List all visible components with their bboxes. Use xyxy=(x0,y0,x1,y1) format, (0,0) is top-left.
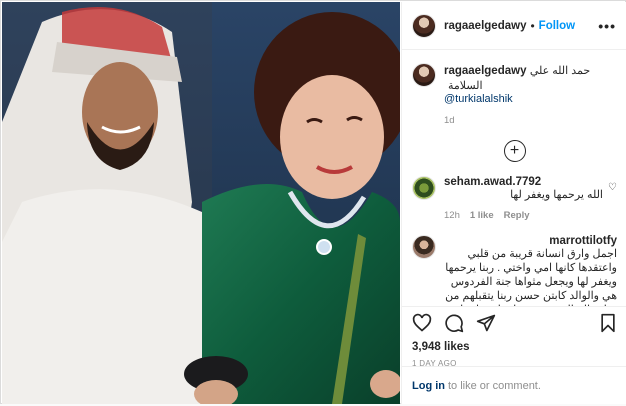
caption-time[interactable]: 1d xyxy=(444,115,617,126)
login-link[interactable]: Log in xyxy=(412,380,445,392)
comments-list[interactable]: ragaaelgedawy حمد الله علي السلامة @turk… xyxy=(402,51,626,306)
author-avatar[interactable] xyxy=(412,13,436,38)
caption-avatar[interactable] xyxy=(412,63,436,87)
caption-username[interactable]: ragaaelgedawy xyxy=(444,65,526,77)
reply-button[interactable]: Reply xyxy=(504,210,530,221)
likes-count[interactable]: 3,948 likes xyxy=(412,341,617,353)
post-dialog: ragaaelgedawy • Follow ••• ragaaelgedawy… xyxy=(0,0,626,404)
post-caption: ragaaelgedawy حمد الله علي السلامة @turk… xyxy=(412,63,617,126)
post-photo[interactable] xyxy=(2,2,400,404)
comment-like-icon[interactable]: ♡ xyxy=(608,182,617,193)
ellipsis-icon[interactable]: ••• xyxy=(598,18,616,34)
commenter-avatar[interactable] xyxy=(412,176,436,200)
commenter-username[interactable]: seham.awad.7792 xyxy=(444,176,541,188)
paper-plane-icon[interactable] xyxy=(476,313,496,333)
plus-circle-icon[interactable]: + xyxy=(503,140,526,162)
comment-text: اجمل وارق انسانة قريبة من قلبي واعتقدها … xyxy=(445,248,617,306)
comment-item: seham.awad.7792 الله يرحمها ويغفر لها 12… xyxy=(412,174,617,221)
login-prompt-text: to like or comment. xyxy=(448,379,541,392)
post-header: ragaaelgedawy • Follow ••• xyxy=(402,2,626,50)
caption-mention[interactable]: @turkialalshik xyxy=(444,93,617,105)
post-photo-image xyxy=(2,2,400,404)
bookmark-icon[interactable] xyxy=(599,313,617,333)
comment-likes[interactable]: 1 like xyxy=(470,210,494,221)
comment-item: marrottilotfy اجمل وارق انسانة قريبة من … xyxy=(412,233,617,306)
heart-icon[interactable] xyxy=(412,313,432,333)
login-prompt: Log in to like or comment. xyxy=(402,366,626,404)
load-more-comments[interactable]: + xyxy=(412,140,617,162)
comment-icon[interactable] xyxy=(444,313,464,333)
follow-button[interactable]: Follow xyxy=(539,20,575,32)
post-sidebar: ragaaelgedawy • Follow ••• ragaaelgedawy… xyxy=(401,2,626,404)
commenter-avatar[interactable] xyxy=(412,235,436,259)
author-username[interactable]: ragaaelgedawy xyxy=(444,20,526,32)
comment-text: الله يرحمها ويغفر لها xyxy=(510,189,603,201)
comment-time[interactable]: 12h xyxy=(444,210,460,221)
separator-dot: • xyxy=(530,18,535,33)
commenter-username[interactable]: marrottilotfy xyxy=(549,235,617,247)
